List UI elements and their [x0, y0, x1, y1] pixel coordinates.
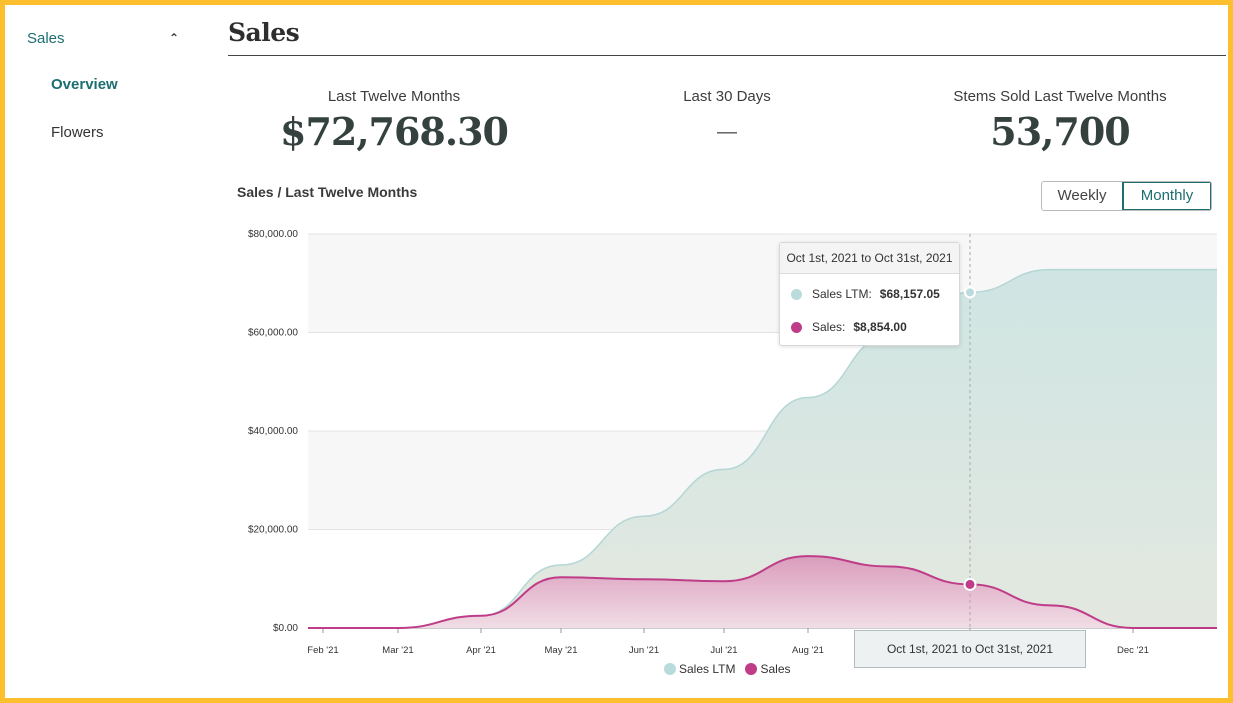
y-tick-label: $40,000.00: [248, 426, 298, 437]
x-tick-label: Jun '21: [629, 645, 659, 656]
tooltip-row-sales: Sales: $8,854.00: [791, 320, 907, 334]
sales-point[interactable]: [963, 577, 977, 591]
legend-item-sales[interactable]: Sales: [745, 662, 791, 676]
x-tick-label: Aug '21: [792, 645, 824, 656]
sales-chart: $0.00 $20,000.00 $40,000.00 $60,000.00 $80,0…: [248, 229, 1217, 656]
y-tick-label: $60,000.00: [248, 328, 298, 339]
y-tick-label: $20,000.00: [248, 525, 298, 536]
x-tick-label: Dec '21: [1117, 645, 1149, 656]
sales-swatch-icon: [745, 663, 758, 675]
y-tick-label: $0.00: [273, 623, 298, 634]
tooltip-key: Sales:: [812, 320, 846, 334]
sales-dot-icon: [791, 321, 802, 333]
legend-item-sales-ltm[interactable]: Sales LTM: [664, 662, 735, 676]
tooltip-value: $8,854.00: [853, 320, 907, 334]
crosshair-x-label: Oct 1st, 2021 to Oct 31st, 2021: [854, 630, 1086, 668]
sales-ltm-dot-icon: [791, 288, 802, 300]
sales-ltm-swatch-icon: [664, 663, 676, 675]
legend-label: Sales LTM: [679, 662, 736, 676]
tooltip-header: Oct 1st, 2021 to Oct 31st, 2021: [780, 243, 959, 274]
x-tick-label: Feb '21: [307, 645, 338, 656]
x-tick-label: May '21: [545, 645, 578, 656]
tooltip-row-sales-ltm: Sales LTM: $68,157.05: [791, 287, 940, 301]
legend-label: Sales: [760, 662, 791, 676]
y-tick-label: $80,000.00: [248, 229, 298, 240]
chart-legend: Sales LTM Sales: [664, 662, 801, 676]
sales-ltm-point[interactable]: [964, 286, 976, 299]
chart-tooltip: Oct 1st, 2021 to Oct 31st, 2021 Sales LT…: [779, 242, 960, 346]
tooltip-value: $68,157.05: [879, 287, 940, 301]
x-tick-label: Mar '21: [382, 645, 413, 656]
tooltip-key: Sales LTM:: [812, 287, 872, 301]
x-tick-label: Apr '21: [466, 645, 496, 656]
x-tick-label: Jul '21: [710, 645, 737, 656]
